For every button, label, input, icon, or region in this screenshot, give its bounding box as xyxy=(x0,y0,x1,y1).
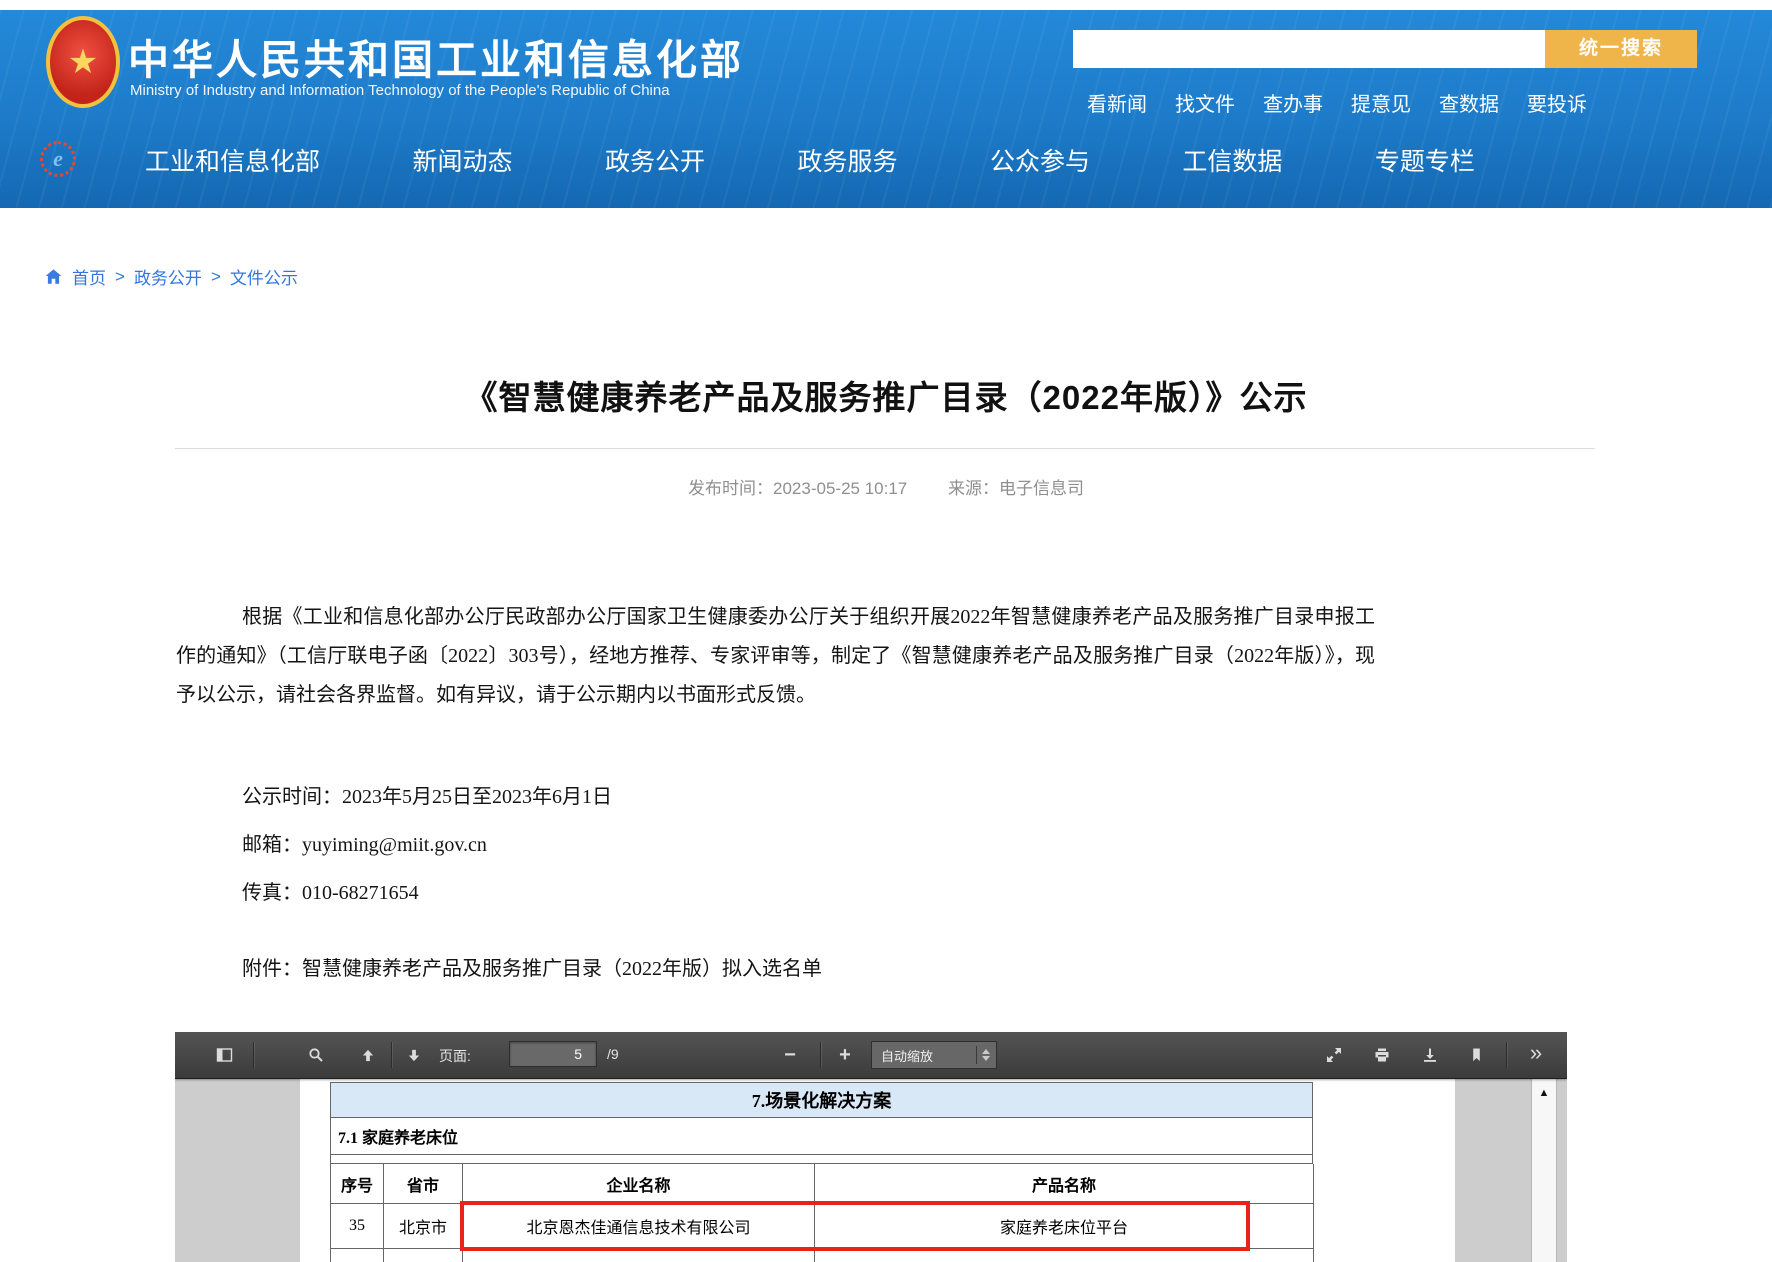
breadcrumb-home[interactable]: 首页 xyxy=(72,264,106,289)
arrow-up-icon xyxy=(360,1048,376,1063)
table-header-row: 序号 省市 企业名称 产品名称 xyxy=(331,1164,1313,1204)
download-button[interactable] xyxy=(1415,1039,1445,1071)
national-emblem-icon: ★ xyxy=(46,16,120,108)
main-nav: e 工业和信息化部 新闻动态 政务公开 政务服务 公众参与 工信数据 专题专栏 xyxy=(0,132,1772,188)
quick-links: 看新闻 找文件 查办事 提意见 查数据 要投诉 xyxy=(1087,88,1587,117)
chevron-double-right-icon: » xyxy=(1530,1042,1542,1064)
page-number-input[interactable] xyxy=(509,1041,597,1067)
search-icon xyxy=(308,1047,324,1063)
toolbar-separator xyxy=(1506,1042,1507,1068)
publish-time: 发布时间：2023-05-25 10:17 xyxy=(688,479,907,498)
nav-item-special[interactable]: 专题专栏 xyxy=(1375,142,1475,178)
toolbar-separator xyxy=(820,1042,821,1068)
pdf-viewer: 页面: /9 − + 自动缩放 xyxy=(175,1032,1567,1262)
table-row: 35 北京市 北京恩杰佳通信息技术有限公司 家庭养老床位平台 xyxy=(331,1204,1313,1249)
site-subtitle: Ministry of Industry and Information Tec… xyxy=(130,82,670,99)
cell-province: 北京市 xyxy=(384,1204,463,1249)
cell-company: 北京恩杰佳通信息技术有限公司 xyxy=(463,1204,815,1249)
e-logo-letter: e xyxy=(53,148,63,170)
page-up-button[interactable] xyxy=(353,1039,383,1071)
nav-item-news[interactable]: 新闻动态 xyxy=(412,142,512,178)
download-icon xyxy=(1422,1047,1438,1063)
nav-item-gov-open[interactable]: 政务公开 xyxy=(605,142,705,178)
search-button[interactable]: 统一搜索 xyxy=(1545,30,1697,68)
arrow-down-icon xyxy=(406,1048,422,1063)
page-label: 页面: xyxy=(439,1046,471,1066)
pdf-page: 7.场景化解决方案 7.1 家庭养老床位 序号 省市 企业名称 产品名称 35 … xyxy=(300,1079,1455,1262)
printer-icon xyxy=(1374,1047,1390,1063)
breadcrumb: 首页 > 政务公开 > 文件公示 xyxy=(44,264,298,289)
select-spinner-icon xyxy=(982,1049,990,1061)
quick-link-data[interactable]: 查数据 xyxy=(1439,88,1499,117)
nav-item-data[interactable]: 工信数据 xyxy=(1182,142,1282,178)
sidebar-toggle-icon xyxy=(216,1047,233,1063)
attachment-line: 附件：智慧健康养老产品及服务推广目录（2022年版）拟入选名单 xyxy=(242,952,822,981)
header-province: 省市 xyxy=(384,1164,463,1204)
page-total: /9 xyxy=(607,1046,619,1062)
quick-link-services[interactable]: 查办事 xyxy=(1263,88,1323,117)
plus-icon: + xyxy=(839,1044,851,1067)
table-spacer-row xyxy=(331,1155,1313,1164)
page: ★ 中华人民共和国工业和信息化部 Ministry of Industry an… xyxy=(0,0,1772,1262)
expand-icon xyxy=(1326,1047,1342,1063)
emblem-star-icon: ★ xyxy=(68,45,98,79)
breadcrumb-gov-open[interactable]: 政务公开 xyxy=(134,264,202,289)
table-partial-row xyxy=(331,1249,1313,1262)
nav-item-ministry[interactable]: 工业和信息化部 xyxy=(145,142,320,178)
pdf-content-area: 7.场景化解决方案 7.1 家庭养老床位 序号 省市 企业名称 产品名称 35 … xyxy=(175,1079,1567,1262)
toolbar-more-button[interactable]: » xyxy=(1521,1039,1551,1071)
presentation-mode-button[interactable] xyxy=(1319,1039,1349,1071)
cell-seq: 35 xyxy=(331,1204,384,1249)
header-product: 产品名称 xyxy=(815,1164,1314,1204)
article-title: 《智慧健康养老产品及服务推广目录（2022年版）》公示 xyxy=(0,371,1772,419)
home-icon[interactable] xyxy=(44,268,63,286)
pdf-search-button[interactable] xyxy=(301,1039,331,1071)
breadcrumb-separator: > xyxy=(115,267,125,287)
zoom-in-button[interactable]: + xyxy=(830,1039,860,1071)
zoom-scale-value: 自动缩放 xyxy=(872,1046,976,1065)
nav-item-gov-service[interactable]: 政务服务 xyxy=(797,142,897,178)
page-down-button[interactable] xyxy=(399,1039,429,1071)
quick-link-files[interactable]: 找文件 xyxy=(1175,88,1235,117)
print-button[interactable] xyxy=(1367,1039,1397,1071)
email-line: 邮箱：yuyiming@miit.gov.cn xyxy=(242,828,487,857)
breadcrumb-separator: > xyxy=(211,267,221,287)
search-input[interactable] xyxy=(1073,30,1545,68)
quick-link-news[interactable]: 看新闻 xyxy=(1087,88,1147,117)
quick-link-suggest[interactable]: 提意见 xyxy=(1351,88,1411,117)
title-divider xyxy=(175,448,1595,449)
toolbar-separator xyxy=(253,1042,254,1068)
document-table: 7.场景化解决方案 7.1 家庭养老床位 序号 省市 企业名称 产品名称 35 … xyxy=(330,1082,1313,1262)
pdf-scrollbar[interactable]: ▲ xyxy=(1531,1079,1557,1262)
table-subsection-title: 7.1 家庭养老床位 xyxy=(331,1118,1313,1155)
article-meta: 发布时间：2023-05-25 10:17 来源：电子信息司 xyxy=(0,474,1772,499)
table-section-title: 7.场景化解决方案 xyxy=(331,1083,1313,1118)
select-divider xyxy=(976,1046,977,1064)
notice-period-line: 公示时间：2023年5月25日至2023年6月1日 xyxy=(242,780,612,809)
site-header: ★ 中华人民共和国工业和信息化部 Ministry of Industry an… xyxy=(0,10,1772,208)
scroll-up-icon[interactable]: ▲ xyxy=(1532,1087,1556,1099)
article-source: 来源：电子信息司 xyxy=(948,479,1084,498)
zoom-out-button[interactable]: − xyxy=(775,1039,805,1071)
minus-icon: − xyxy=(784,1044,796,1067)
cell-product: 家庭养老床位平台 xyxy=(815,1204,1314,1249)
fax-line: 传真：010-68271654 xyxy=(242,876,419,905)
breadcrumb-current: 文件公示 xyxy=(230,264,298,289)
header-seq: 序号 xyxy=(331,1164,384,1204)
bookmark-button[interactable] xyxy=(1461,1039,1491,1071)
bookmark-icon xyxy=(1469,1047,1484,1063)
article-paragraph: 根据《工业和信息化部办公厅民政部办公厅国家卫生健康委办公厅关于组织开展2022年… xyxy=(176,598,1375,715)
zoom-scale-select[interactable]: 自动缩放 xyxy=(871,1041,997,1069)
nav-item-participation[interactable]: 公众参与 xyxy=(990,142,1090,178)
sidebar-toggle-button[interactable] xyxy=(209,1039,239,1071)
pdf-toolbar: 页面: /9 − + 自动缩放 xyxy=(175,1032,1567,1079)
toolbar-separator xyxy=(391,1042,392,1068)
site-title: 中华人民共和国工业和信息化部 xyxy=(128,26,744,86)
gov-e-logo-icon[interactable]: e xyxy=(40,141,76,177)
quick-link-complaint[interactable]: 要投诉 xyxy=(1527,88,1587,117)
header-company: 企业名称 xyxy=(463,1164,815,1204)
